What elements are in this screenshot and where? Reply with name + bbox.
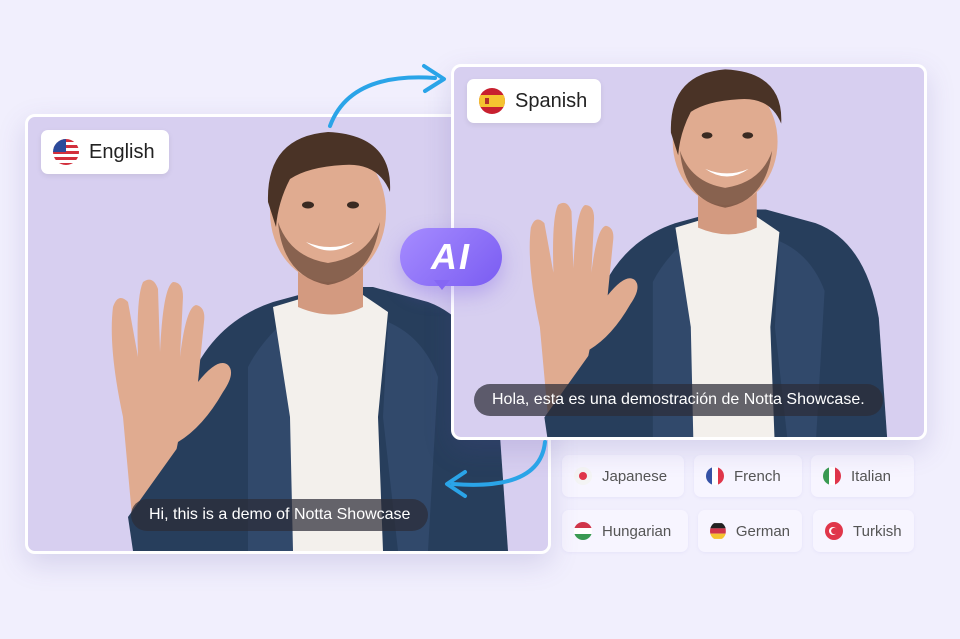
bottom-curved-arrow-icon — [445, 440, 547, 498]
italy-flag-icon — [823, 467, 841, 485]
source-subtitle: Hi, this is a demo of Notta Showcase — [131, 499, 429, 531]
target-language-badge[interactable]: Spanish — [467, 79, 602, 123]
language-chip-hungarian[interactable]: Hungarian — [562, 510, 688, 552]
hungary-flag-icon — [574, 522, 592, 540]
turkey-flag-icon — [825, 522, 843, 540]
source-language-label: English — [89, 140, 155, 163]
target-language-label: Spanish — [515, 89, 588, 112]
spain-flag-icon — [479, 88, 505, 114]
source-language-badge[interactable]: English — [41, 130, 169, 174]
language-chip-label: French — [734, 467, 781, 485]
top-curved-arrow-icon — [328, 64, 446, 128]
ai-translate-badge: AI — [400, 228, 502, 290]
japan-flag-icon — [574, 467, 592, 485]
language-chip-turkish[interactable]: Turkish — [813, 510, 914, 552]
language-chip-french[interactable]: French — [694, 455, 802, 497]
language-chip-label: Hungarian — [602, 522, 672, 540]
translated-subtitle: Hola, esta es una demostración de Notta … — [474, 384, 883, 416]
language-chip-label: German — [735, 522, 790, 540]
language-chip-label: Japanese — [602, 467, 668, 485]
language-chip-label: Turkish — [853, 522, 902, 540]
ai-label: AI — [431, 236, 471, 277]
language-chip-italian[interactable]: Italian — [811, 455, 914, 497]
language-chip-label: Italian — [851, 467, 892, 485]
germany-flag-icon — [710, 523, 726, 539]
language-chip-german[interactable]: German — [698, 510, 802, 552]
translated-video-card: Spanish Hola, esta es una demostración d… — [451, 64, 927, 440]
us-flag-icon — [53, 139, 79, 165]
france-flag-icon — [706, 467, 724, 485]
language-chip-japanese[interactable]: Japanese — [562, 455, 684, 497]
